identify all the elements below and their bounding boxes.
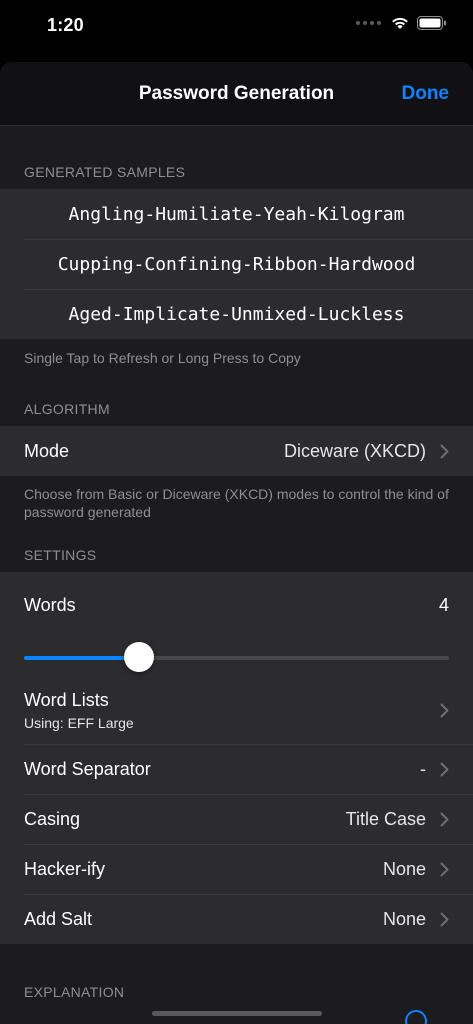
algorithm-group: Mode Diceware (XKCD) — [0, 426, 473, 476]
mode-value: Diceware (XKCD) — [283, 440, 426, 461]
samples-group: Angling-Humiliate-Yeah-Kilogram Cupping-… — [0, 189, 473, 339]
slider-fill — [24, 656, 139, 660]
cellular-signal-icon — [356, 21, 381, 25]
casing-row[interactable]: Casing Title Case — [0, 794, 473, 844]
word-separator-value: - — [420, 758, 426, 779]
words-label: Words — [24, 594, 76, 615]
sample-password[interactable]: Angling-Humiliate-Yeah-Kilogram — [0, 189, 473, 239]
status-bar: 1:20 — [0, 0, 473, 56]
casing-value: Title Case — [345, 808, 426, 829]
settings-group: Words 4 Word Lists Using: EFF Large Word… — [0, 572, 473, 944]
sample-password[interactable]: Cupping-Confining-Ribbon-Hardwood — [0, 239, 473, 289]
add-salt-label: Add Salt — [24, 908, 93, 929]
word-lists-subtitle: Using: EFF Large — [24, 714, 134, 731]
words-slider-row: Words 4 — [0, 572, 473, 676]
done-button[interactable]: Done — [402, 83, 450, 105]
word-separator-row[interactable]: Word Separator - — [0, 744, 473, 794]
mode-row[interactable]: Mode Diceware (XKCD) — [0, 426, 473, 476]
chevron-right-icon — [440, 862, 449, 877]
words-slider[interactable] — [24, 642, 449, 672]
wifi-icon — [392, 17, 408, 29]
screen: 1:20 Password Generation Done GENERATED … — [0, 0, 473, 1024]
sample-password[interactable]: Aged-Implicate-Unmixed-Luckless — [0, 289, 473, 339]
home-indicator — [152, 1011, 322, 1016]
status-icons — [356, 16, 447, 30]
word-lists-row[interactable]: Word Lists Using: EFF Large — [0, 676, 473, 744]
section-header-settings: SETTINGS — [24, 547, 97, 563]
word-lists-label: Word Lists — [24, 689, 109, 710]
casing-label: Casing — [24, 808, 81, 829]
chevron-right-icon — [440, 812, 449, 827]
chevron-right-icon — [440, 444, 449, 459]
samples-footer: Single Tap to Refresh or Long Press to C… — [24, 350, 301, 366]
add-salt-value: None — [382, 908, 426, 929]
section-header-algorithm: ALGORITHM — [24, 401, 110, 417]
algorithm-footer: Choose from Basic or Diceware (XKCD) mod… — [24, 486, 449, 520]
navigation-bar: Password Generation Done — [0, 62, 473, 126]
words-count: 4 — [438, 594, 449, 615]
add-salt-row[interactable]: Add Salt None — [0, 894, 473, 944]
battery-icon — [417, 16, 446, 30]
mode-label: Mode — [24, 440, 70, 461]
chevron-right-icon — [440, 703, 449, 718]
hackerify-value: None — [382, 858, 426, 879]
slider-thumb[interactable] — [123, 642, 154, 672]
settings-sheet: Password Generation Done GENERATED SAMPL… — [0, 62, 473, 1024]
section-header-samples: GENERATED SAMPLES — [24, 164, 186, 180]
hackerify-label: Hacker-ify — [24, 858, 106, 879]
chevron-right-icon — [440, 762, 449, 777]
chevron-right-icon — [440, 912, 449, 927]
section-header-explanation: EXPLANATION — [24, 984, 125, 1000]
info-icon[interactable] — [405, 1010, 427, 1024]
word-separator-label: Word Separator — [24, 758, 151, 779]
hackerify-row[interactable]: Hacker-ify None — [0, 844, 473, 894]
status-time: 1:20 — [47, 15, 84, 35]
